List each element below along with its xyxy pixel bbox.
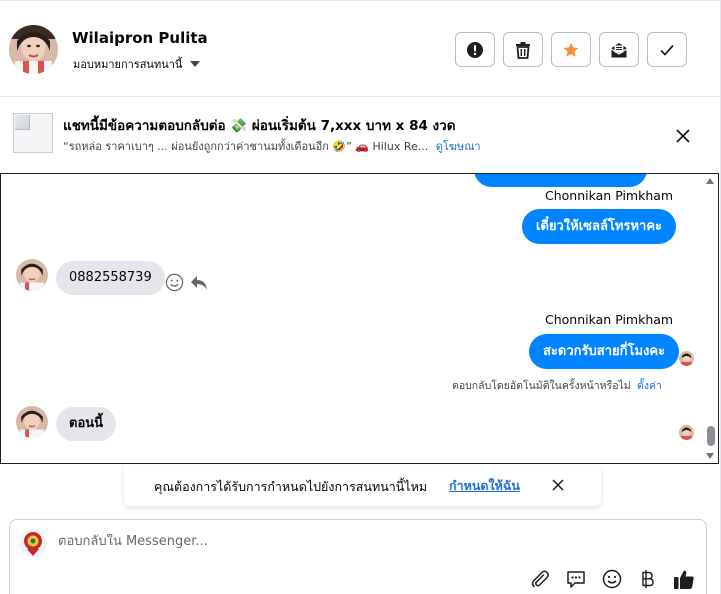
seen-avatar bbox=[679, 425, 694, 440]
smiley-icon bbox=[165, 273, 184, 292]
contact-name: Wilaipron Pulita bbox=[72, 29, 208, 47]
auto-reply-text: ตอบกลับโดยอัตโนมัติในครั้งหน้าหรือไม่ bbox=[452, 380, 631, 392]
close-ad-banner-button[interactable] bbox=[672, 125, 694, 147]
react-emoji-button[interactable] bbox=[165, 273, 184, 292]
message-sender-name: Chonnikan Pimkham bbox=[545, 312, 674, 327]
send-like-button[interactable] bbox=[673, 568, 695, 590]
message-list[interactable]: Chonnikan Pimkham เดี๋ยวให้เซลล์โทรหาคะ … bbox=[0, 173, 719, 464]
assign-label: มอบหมายการสนทนานี้ bbox=[73, 58, 183, 71]
report-button[interactable] bbox=[455, 32, 495, 67]
emoji-button[interactable] bbox=[601, 568, 623, 590]
delete-button[interactable] bbox=[503, 32, 543, 67]
message-input[interactable] bbox=[58, 534, 658, 549]
scrollbar-thumb[interactable] bbox=[707, 426, 715, 446]
assign-prompt-text: คุณต้องการได้รับการกำหนดไปยังการสนทนานี้… bbox=[154, 479, 428, 494]
message-composer bbox=[9, 519, 707, 594]
chevron-down-icon bbox=[190, 61, 201, 67]
ad-thumbnail[interactable] bbox=[13, 113, 53, 153]
scroll-down-arrow[interactable] bbox=[706, 453, 714, 459]
scroll-up-arrow[interactable] bbox=[706, 178, 714, 184]
thread-header: Wilaipron Pulita มอบหมายการสนทนานี้ bbox=[0, 0, 720, 97]
trash-icon bbox=[516, 41, 530, 59]
star-button[interactable] bbox=[551, 32, 591, 67]
assign-prompt: คุณต้องการได้รับการกำหนดไปยังการสนทนานี้… bbox=[124, 465, 601, 506]
baht-icon bbox=[642, 570, 654, 588]
report-icon bbox=[467, 41, 483, 58]
outgoing-message-bubble[interactable]: สะดวกรับสายกี่โมงคะ bbox=[529, 334, 680, 369]
emoji-icon bbox=[602, 569, 622, 589]
message-sender-name: Chonnikan Pimkham bbox=[545, 188, 674, 203]
attach-icon bbox=[531, 570, 549, 588]
outgoing-message-bubble[interactable]: เดี๋ยวให้เซลล์โทรหาคะ bbox=[522, 209, 677, 244]
contact-avatar[interactable] bbox=[16, 406, 48, 438]
ad-subtitle: “รถหล่อ ราคาเบาๆ ... ผ่อนยังถูกกว่าค่าชา… bbox=[63, 137, 481, 155]
assign-conversation-dropdown[interactable]: มอบหมายการสนทนานี้ bbox=[73, 55, 201, 73]
like-icon bbox=[674, 570, 694, 589]
reply-icon bbox=[191, 276, 207, 290]
auto-reply-settings-link[interactable]: ตั้งค่า bbox=[637, 380, 662, 392]
auto-reply-note: ตอบกลับโดยอัตโนมัติในครั้งหน้าหรือไม่ ตั… bbox=[452, 377, 662, 394]
star-icon bbox=[563, 42, 579, 57]
mark-unread-button[interactable] bbox=[599, 32, 639, 67]
dismiss-prompt-button[interactable] bbox=[550, 477, 566, 493]
mark-unread-icon bbox=[611, 42, 627, 57]
done-button[interactable] bbox=[647, 32, 687, 67]
close-icon bbox=[676, 129, 690, 143]
view-ad-link[interactable]: ดูโฆษณา bbox=[436, 140, 481, 153]
incoming-message-bubble[interactable]: 0882558739 bbox=[56, 261, 165, 295]
inbox-thread-panel: Wilaipron Pulita มอบหมายการสนทนานี้ แชทน… bbox=[0, 0, 721, 594]
seen-avatar bbox=[679, 351, 694, 366]
assign-to-me-link[interactable]: กำหนดให้ฉัน bbox=[449, 476, 520, 496]
close-icon bbox=[552, 479, 564, 491]
contact-avatar[interactable] bbox=[16, 259, 48, 291]
attach-button[interactable] bbox=[529, 568, 551, 590]
payment-button[interactable] bbox=[637, 568, 659, 590]
check-icon bbox=[660, 44, 674, 56]
saved-replies-button[interactable] bbox=[565, 568, 587, 590]
incoming-message-bubble[interactable]: ตอนนี้ bbox=[56, 407, 117, 441]
saved-replies-icon bbox=[567, 571, 585, 588]
outgoing-message-bubble[interactable] bbox=[474, 174, 647, 187]
contact-avatar[interactable] bbox=[9, 25, 58, 74]
ad-context-banner: แชทนี้มีข้อความตอบกลับต่อ 💸 ผ่อนเริ่มต้น… bbox=[0, 98, 720, 174]
ad-title: แชทนี้มีข้อความตอบกลับต่อ 💸 ผ่อนเริ่มต้น… bbox=[63, 118, 456, 134]
page-avatar bbox=[19, 529, 47, 557]
reply-button[interactable] bbox=[189, 273, 209, 292]
ad-subtitle-text: “รถหล่อ ราคาเบาๆ ... ผ่อนยังถูกกว่าค่าชา… bbox=[63, 140, 429, 153]
